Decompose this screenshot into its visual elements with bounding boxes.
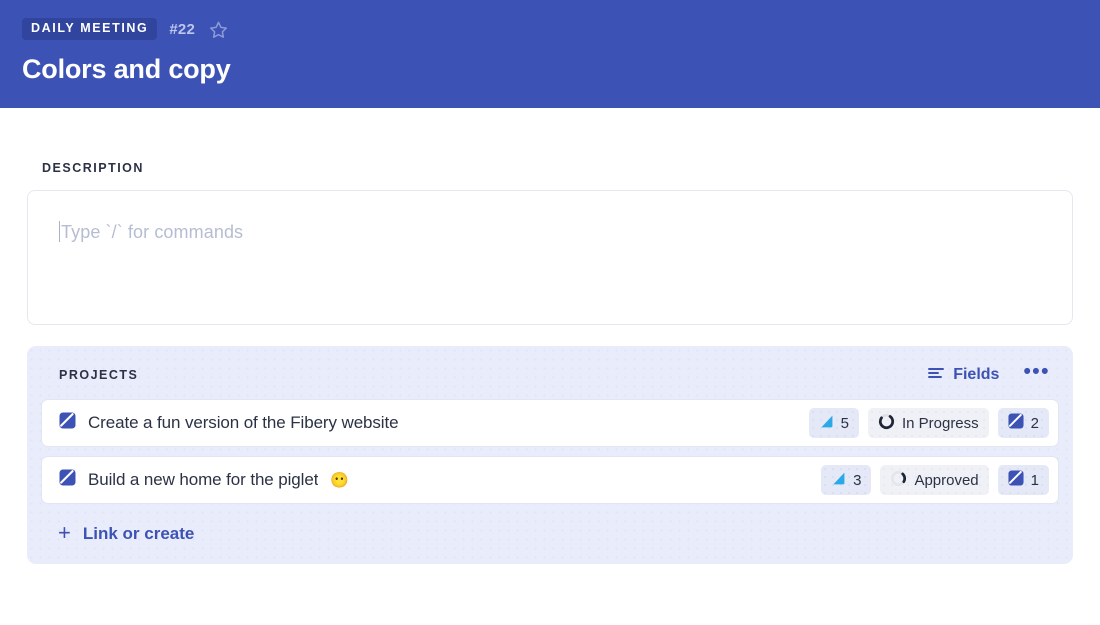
description-label: DESCRIPTION xyxy=(42,161,144,175)
entity-number: #22 xyxy=(169,20,195,38)
link-or-create-button[interactable]: + Link or create xyxy=(41,516,1059,554)
fields-button-label: Fields xyxy=(953,366,1000,383)
state-badge[interactable]: Approved xyxy=(880,465,989,495)
row-badges: 5 In Progress 2 xyxy=(808,408,1049,438)
projects-panel-actions: Fields ••• xyxy=(928,361,1052,385)
priority-badge[interactable]: 3 xyxy=(821,465,872,495)
progress-ring-icon xyxy=(890,470,907,491)
fields-button[interactable]: Fields xyxy=(928,366,999,385)
row-badges: 3 Approved 1 xyxy=(821,465,1049,495)
link-or-create-label: Link or create xyxy=(82,524,195,543)
row-main: Build a new home for the piglet 😶 xyxy=(59,469,821,491)
header-meta-row: DAILY MEETING #22 xyxy=(22,18,1100,40)
row-emoji: 😶 xyxy=(330,472,350,489)
projects-panel: PROJECTS Fields ••• Create a fun version… xyxy=(27,346,1073,564)
triangle-priority-icon xyxy=(819,414,834,433)
state-badge-value: In Progress xyxy=(901,414,979,432)
priority-badge-value: 5 xyxy=(840,414,849,432)
description-editor[interactable]: Type `/` for commands xyxy=(27,190,1073,325)
priority-badge-value: 3 xyxy=(853,471,862,489)
project-square-icon xyxy=(1008,413,1024,433)
project-square-icon xyxy=(59,412,76,434)
project-square-icon xyxy=(59,469,76,491)
projects-label: PROJECTS xyxy=(59,368,139,382)
related-count-value: 2 xyxy=(1030,414,1039,432)
description-placeholder: Type `/` for commands xyxy=(61,222,244,242)
priority-badge[interactable]: 5 xyxy=(808,408,859,438)
related-count-badge[interactable]: 1 xyxy=(997,465,1049,495)
progress-ring-icon xyxy=(878,413,895,434)
plus-icon: + xyxy=(58,520,71,545)
state-badge[interactable]: In Progress xyxy=(867,408,989,438)
state-badge-value: Approved xyxy=(914,471,979,489)
row-main: Create a fun version of the Fibery websi… xyxy=(59,412,809,434)
entity-body: DESCRIPTION Type `/` for commands PROJEC… xyxy=(0,161,1100,564)
ellipsis-icon[interactable]: ••• xyxy=(1021,361,1052,384)
projects-panel-header: PROJECTS Fields ••• xyxy=(41,360,1059,390)
table-row[interactable]: Create a fun version of the Fibery websi… xyxy=(41,399,1059,447)
star-outline-icon[interactable] xyxy=(207,18,229,40)
related-count-badge[interactable]: 2 xyxy=(997,408,1049,438)
triangle-priority-icon xyxy=(831,471,846,490)
text-caret xyxy=(59,221,60,242)
table-row[interactable]: Build a new home for the piglet 😶 3 Appr… xyxy=(41,456,1059,504)
project-square-icon xyxy=(1008,470,1024,490)
entity-header: DAILY MEETING #22 Colors and copy xyxy=(0,0,1100,108)
filter-lines-icon xyxy=(928,366,945,385)
related-count-value: 1 xyxy=(1030,471,1039,489)
page-title: Colors and copy xyxy=(22,54,231,84)
entity-type-badge[interactable]: DAILY MEETING xyxy=(22,18,158,40)
row-title: Create a fun version of the Fibery websi… xyxy=(88,413,399,432)
row-title: Build a new home for the piglet xyxy=(88,470,319,489)
